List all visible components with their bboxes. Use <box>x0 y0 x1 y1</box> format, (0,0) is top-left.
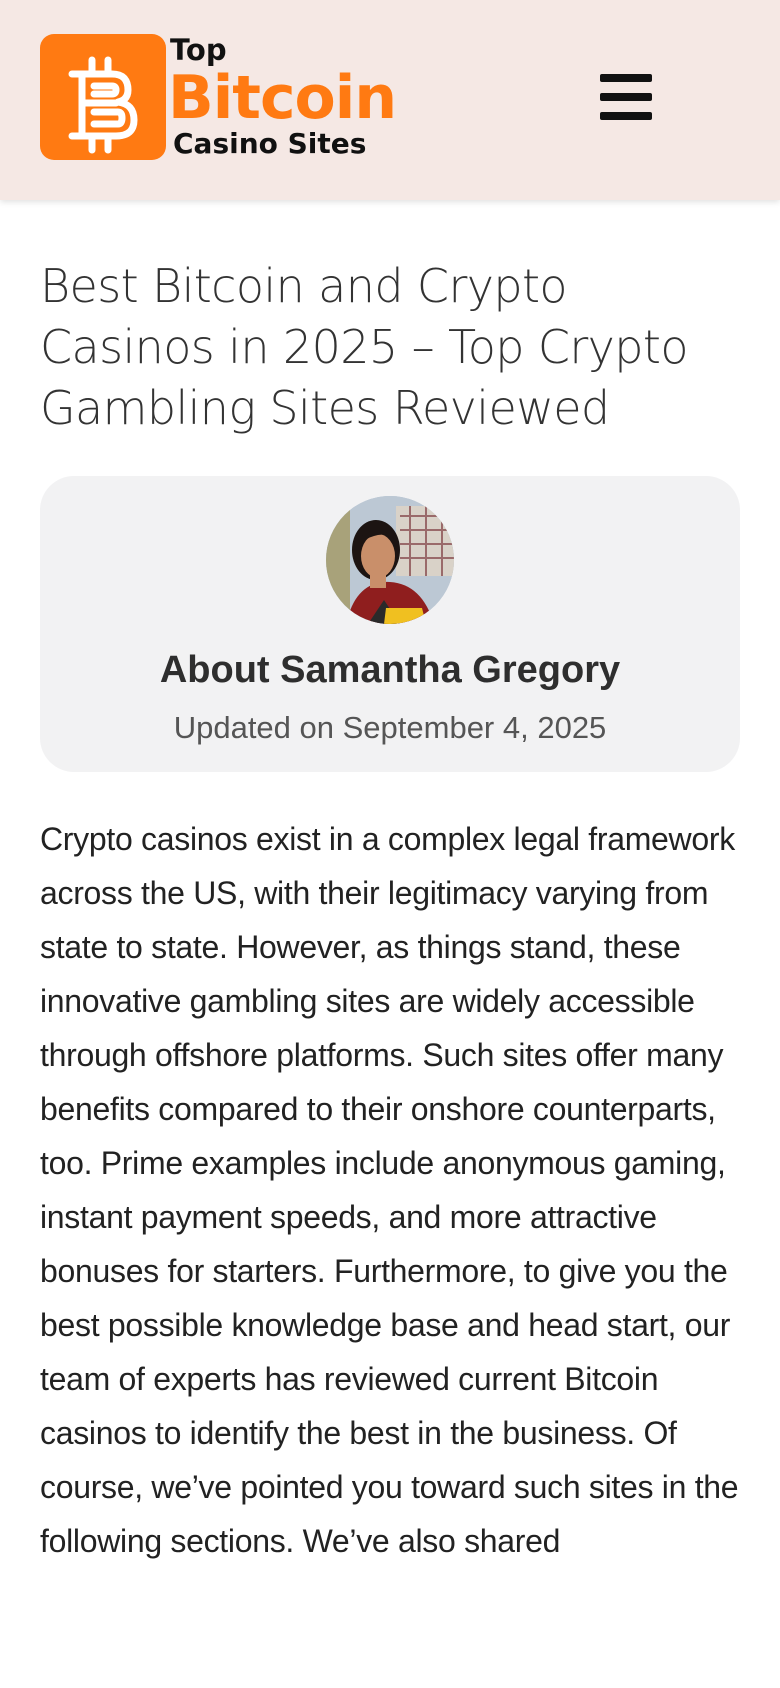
author-name[interactable]: About Samantha Gregory <box>40 649 740 692</box>
logo-main-text: Bitcoin <box>168 63 397 133</box>
site-header: Top Bitcoin Casino Sites <box>0 0 780 200</box>
menu-line <box>600 112 652 120</box>
hamburger-menu-icon[interactable] <box>596 70 656 124</box>
logo-top-text: Top <box>170 33 227 67</box>
menu-line <box>600 74 652 82</box>
author-card: About Samantha Gregory Updated on Septem… <box>40 476 740 772</box>
intro-paragraph: Crypto casinos exist in a complex legal … <box>40 821 739 1559</box>
site-logo[interactable]: Top Bitcoin Casino Sites <box>40 33 397 162</box>
author-avatar[interactable] <box>326 496 454 624</box>
updated-date: Updated on September 4, 2025 <box>173 710 607 745</box>
bitcoin-icon <box>40 34 166 160</box>
logo-bottom-text: Casino Sites <box>173 127 367 160</box>
menu-line <box>600 93 652 101</box>
page-title: Best Bitcoin and Crypto Casinos in 2025 … <box>40 259 688 435</box>
